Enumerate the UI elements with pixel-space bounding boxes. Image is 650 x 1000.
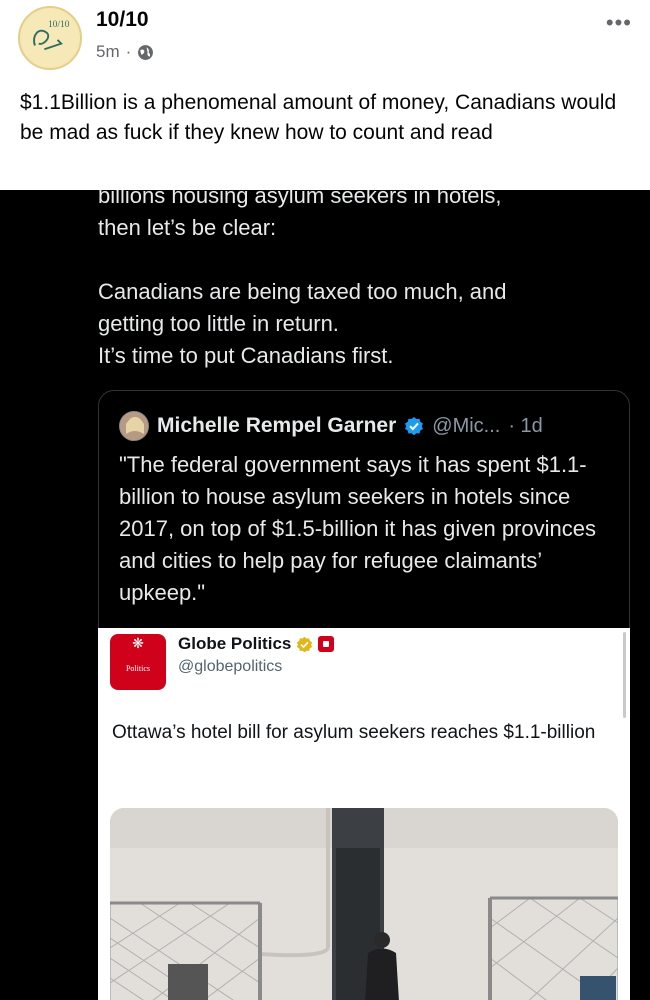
tweet-line-gap: [98, 244, 618, 276]
article-photo[interactable]: [110, 808, 618, 1000]
quoted-avatar-drawing: [120, 412, 148, 440]
globe-politics-card[interactable]: ❋ Politics Globe Politics @globepolitics…: [98, 628, 630, 1000]
logo-text: Politics: [125, 664, 150, 673]
quoted-author-avatar[interactable]: [119, 411, 149, 441]
globe-politics-logo[interactable]: ❋ Politics: [110, 634, 166, 690]
embedded-screenshot[interactable]: billions housing asylum seekers in hotel…: [0, 190, 650, 1000]
hotel-photo-drawing: [110, 808, 618, 1000]
canada-flag-icon: [318, 636, 335, 652]
globe-icon: [138, 44, 154, 60]
quoted-tweet-text: "The federal government says it has spen…: [119, 452, 596, 605]
meta-separator: ·: [125, 42, 132, 61]
tweet-line: Canadians are being taxed too much, and: [98, 279, 507, 304]
post-header: 10/10 10/10 5m · •••: [0, 0, 650, 80]
quoted-author-name[interactable]: Michelle Rempel Garner: [157, 414, 396, 438]
quoted-author-handle[interactable]: @Mic...: [432, 415, 500, 438]
post-meta: 5m ·: [96, 42, 154, 62]
quoted-tweet-time: · 1d: [508, 414, 543, 437]
tweet-line: billions housing asylum seekers in hotel…: [98, 190, 502, 208]
post-time[interactable]: 5m: [96, 42, 120, 62]
avatar-drawing: 10/10: [21, 9, 79, 67]
verified-badge-icon: [405, 417, 424, 436]
more-options-button[interactable]: •••: [606, 10, 632, 36]
scrollbar[interactable]: [623, 632, 626, 718]
tweet-line: getting too little in return.: [98, 311, 339, 336]
tweet-line: It’s time to put Canadians first.: [98, 343, 394, 368]
author-avatar[interactable]: 10/10: [18, 6, 82, 70]
globe-politics-name-row: Globe Politics: [178, 634, 335, 654]
post-text: $1.1Billion is a phenomenal amount of mo…: [20, 91, 617, 144]
quoted-tweet-header: Michelle Rempel Garner @Mic... · 1d: [119, 411, 543, 441]
globe-politics-handle[interactable]: @globepolitics: [178, 658, 282, 676]
avatar-text: 10/10: [48, 20, 70, 30]
tweet-line: then let’s be clear:: [98, 215, 277, 240]
maple-leaf-icon: ❋: [132, 637, 144, 652]
gold-verified-badge-icon: [297, 636, 313, 652]
post-author[interactable]: 10/10: [96, 8, 149, 32]
tweet-text: billions housing asylum seekers in hotel…: [98, 190, 618, 372]
article-headline[interactable]: Ottawa’s hotel bill for asylum seekers r…: [112, 718, 612, 747]
globe-politics-name[interactable]: Globe Politics: [178, 634, 291, 654]
